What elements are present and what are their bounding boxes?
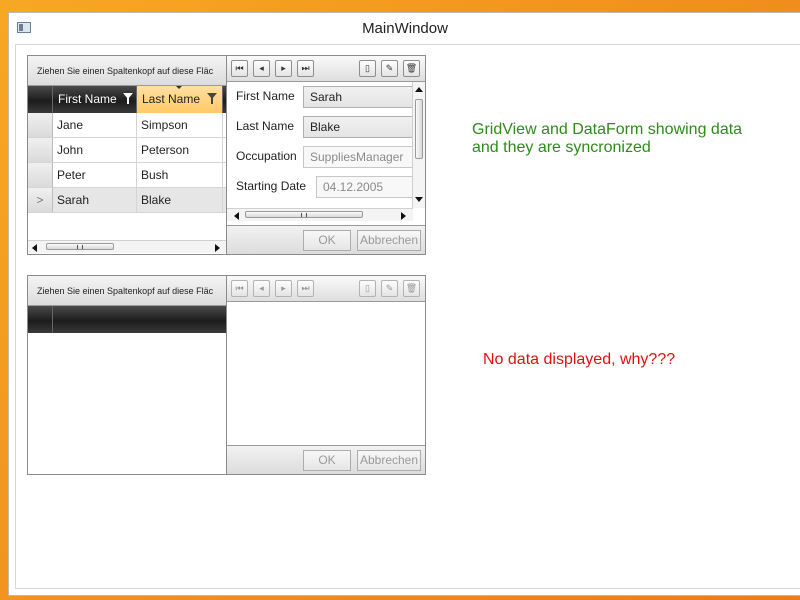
data-form-bottom: ⏮ ◂ ▸ ⏭ ▯ ✎ 🗑 OK Abbrechen — [226, 275, 426, 475]
new-record-button[interactable]: ▯ — [359, 60, 376, 77]
cell-first-name[interactable]: Jane — [53, 113, 137, 137]
window-title: MainWindow — [362, 20, 448, 37]
grid-horizontal-scrollbar[interactable] — [28, 240, 226, 253]
delete-record-button[interactable]: 🗑 — [403, 280, 420, 297]
previous-icon: ◂ — [259, 63, 264, 73]
scroll-up-icon[interactable] — [415, 87, 423, 92]
first-icon: ⏮ — [235, 283, 244, 293]
scroll-left-icon[interactable] — [234, 212, 239, 220]
first-icon: ⏮ — [235, 63, 244, 73]
last-name-field[interactable]: Blake — [303, 116, 413, 138]
form-vertical-scrollbar[interactable] — [412, 82, 425, 208]
delete-icon: 🗑 — [405, 283, 418, 293]
filter-icon[interactable] — [123, 93, 133, 104]
field-label-starting-date: Starting Date — [236, 179, 307, 193]
cell-last-name[interactable]: Peterson — [137, 138, 223, 162]
data-form-top: ⏮ ◂ ▸ ⏭ ▯ ✎ 🗑 First Name Sarah Last Name… — [226, 55, 426, 255]
data-form-footer: OK Abbrechen — [227, 445, 425, 474]
client-area: Ziehen Sie einen Spaltenkopf auf diese F… — [15, 44, 800, 589]
ok-button[interactable]: OK — [303, 450, 351, 471]
cancel-button[interactable]: Abbrechen — [357, 450, 421, 471]
last-record-button[interactable]: ⏭ — [297, 60, 314, 77]
cancel-button[interactable]: Abbrechen — [357, 230, 421, 251]
occupation-field[interactable]: SuppliesManager — [303, 146, 413, 168]
field-label-occupation: Occupation — [236, 149, 297, 163]
next-icon: ▸ — [281, 63, 286, 73]
delete-icon: 🗑 — [405, 63, 418, 73]
data-form-toolbar: ⏮ ◂ ▸ ⏭ ▯ ✎ 🗑 — [227, 276, 425, 302]
scroll-down-icon[interactable] — [415, 197, 423, 202]
cell-first-name[interactable]: John — [53, 138, 137, 162]
first-record-button[interactable]: ⏮ — [231, 280, 248, 297]
field-label-last-name: Last Name — [236, 119, 295, 133]
last-record-button[interactable]: ⏭ — [297, 280, 314, 297]
cell-first-name[interactable]: Sarah — [53, 188, 137, 212]
title-bar[interactable]: MainWindow — [9, 13, 800, 44]
table-row[interactable]: John Peterson — [28, 138, 226, 163]
annotation-text-no-data: No data displayed, why??? — [483, 351, 676, 368]
cell-first-name[interactable]: Peter — [53, 163, 137, 187]
scroll-right-icon[interactable] — [401, 212, 406, 220]
last-icon: ⏭ — [301, 283, 310, 293]
data-form-footer: OK Abbrechen — [227, 225, 425, 254]
row-indicator[interactable] — [28, 138, 53, 162]
scrollbar-thumb[interactable] — [46, 243, 114, 250]
annotation-line: GridView and DataForm showing data — [472, 121, 743, 138]
grid-header-row — [28, 306, 226, 333]
new-icon: ▯ — [365, 283, 370, 293]
edit-icon: ✎ — [385, 63, 394, 73]
previous-record-button[interactable]: ◂ — [253, 280, 270, 297]
delete-record-button[interactable]: 🗑 — [403, 60, 420, 77]
edit-record-button[interactable]: ✎ — [381, 280, 398, 297]
previous-record-button[interactable]: ◂ — [253, 60, 270, 77]
first-record-button[interactable]: ⏮ — [231, 60, 248, 77]
previous-icon: ◂ — [259, 283, 264, 293]
form-horizontal-scrollbar[interactable] — [227, 208, 413, 221]
sort-indicator-icon — [176, 86, 182, 89]
scrollbar-thumb[interactable] — [415, 99, 423, 159]
table-row-selected[interactable]: > Sarah Blake — [28, 188, 226, 213]
cell-last-name[interactable]: Bush — [137, 163, 223, 187]
column-header-first-name[interactable]: First Name — [53, 86, 137, 113]
header-indicator-cell — [28, 306, 53, 333]
new-record-button[interactable]: ▯ — [359, 280, 376, 297]
grid-view-bottom: Ziehen Sie einen Spaltenkopf auf diese F… — [27, 275, 227, 475]
grid-view-top: Ziehen Sie einen Spaltenkopf auf diese F… — [27, 55, 227, 255]
column-header-label: Last Name — [142, 92, 201, 106]
edit-record-button[interactable]: ✎ — [381, 60, 398, 77]
new-icon: ▯ — [365, 63, 370, 73]
group-panel[interactable]: Ziehen Sie einen Spaltenkopf auf diese F… — [28, 56, 226, 86]
last-icon: ⏭ — [301, 63, 310, 73]
cell-last-name[interactable]: Simpson — [137, 113, 223, 137]
header-indicator-cell — [28, 86, 53, 113]
first-name-field[interactable]: Sarah — [303, 86, 413, 108]
cell-last-name[interactable]: Blake — [137, 188, 223, 212]
table-row[interactable]: Peter Bush — [28, 163, 226, 188]
grid-header-row: First Name Last Name — [28, 86, 226, 113]
row-indicator[interactable] — [28, 163, 53, 187]
annotation-line: and they are syncronized — [472, 139, 651, 156]
column-header-label: First Name — [58, 92, 117, 106]
data-form-toolbar: ⏮ ◂ ▸ ⏭ ▯ ✎ 🗑 — [227, 56, 425, 82]
scroll-left-icon[interactable] — [32, 244, 37, 252]
filter-icon[interactable] — [207, 93, 217, 104]
scrollbar-thumb[interactable] — [245, 211, 363, 218]
starting-date-field[interactable]: 04.12.2005 — [316, 176, 413, 198]
annotation-text-synced: GridView and DataForm showing data and t… — [472, 121, 742, 157]
group-panel[interactable]: Ziehen Sie einen Spaltenkopf auf diese F… — [28, 276, 226, 306]
field-label-first-name: First Name — [236, 89, 295, 103]
edit-icon: ✎ — [385, 283, 394, 293]
scroll-right-icon[interactable] — [215, 244, 220, 252]
column-header-last-name[interactable]: Last Name — [137, 86, 223, 113]
next-record-button[interactable]: ▸ — [275, 280, 292, 297]
row-indicator[interactable]: > — [28, 188, 53, 212]
ok-button[interactable]: OK — [303, 230, 351, 251]
main-window: MainWindow Ziehen Sie einen Spaltenkopf … — [8, 12, 800, 596]
next-record-button[interactable]: ▸ — [275, 60, 292, 77]
table-row[interactable]: Jane Simpson — [28, 113, 226, 138]
row-indicator[interactable] — [28, 113, 53, 137]
next-icon: ▸ — [281, 283, 286, 293]
